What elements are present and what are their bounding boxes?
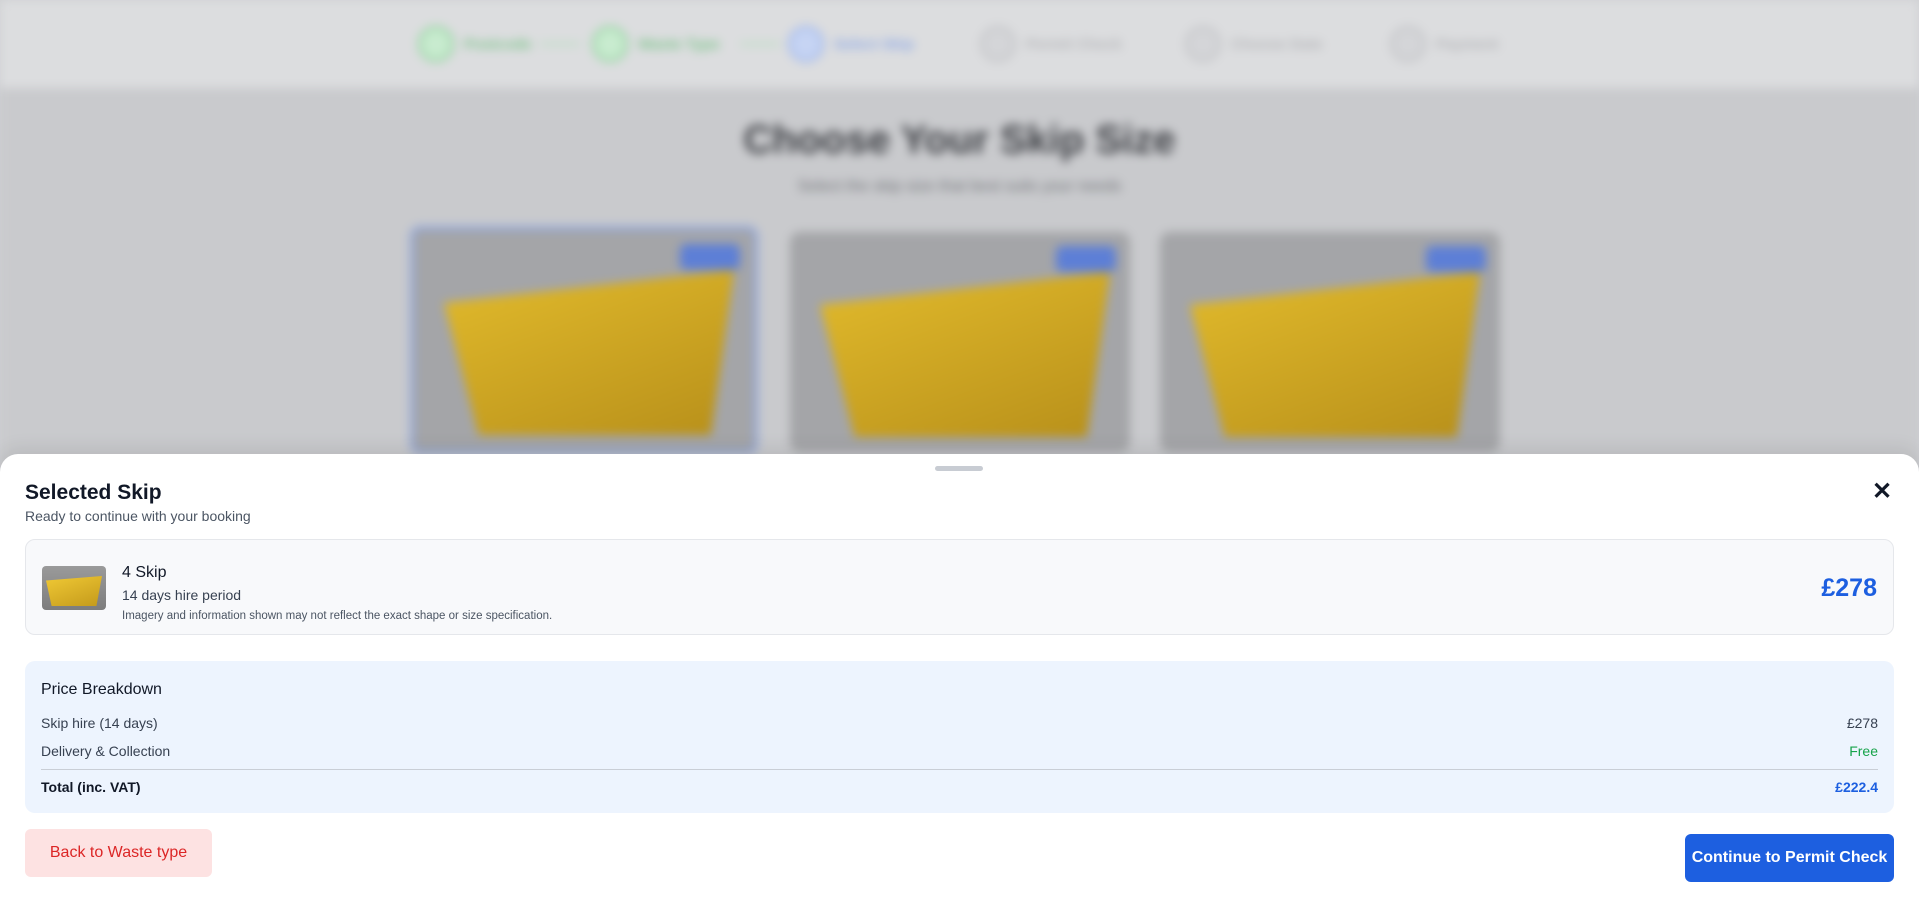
breakdown-row: Delivery & Collection Free [41, 743, 1878, 759]
skip-image [444, 270, 734, 435]
total-label: Total (inc. VAT) [41, 779, 141, 795]
step-permit-check: Permit Check [980, 24, 1122, 64]
step-calendar-icon [1185, 26, 1221, 62]
size-badge [680, 244, 740, 270]
step-connector [540, 43, 580, 45]
close-button[interactable]: ✕ [1865, 474, 1899, 508]
price-breakdown: Price Breakdown Skip hire (14 days) £278… [25, 661, 1894, 813]
disclaimer-note: Imagery and information shown may not re… [122, 610, 553, 622]
step-shield-icon [980, 26, 1016, 62]
breakdown-row: Skip hire (14 days) £278 [41, 715, 1878, 731]
step-connector [740, 43, 780, 45]
sheet-title: Selected Skip [25, 481, 162, 504]
size-badge [1426, 246, 1486, 272]
skip-card [790, 232, 1130, 452]
step-select-skip: Select Skip [788, 24, 914, 64]
skip-name: 4 Skip [122, 564, 167, 581]
row-label: Skip hire (14 days) [41, 715, 158, 731]
skip-thumbnail [42, 566, 106, 610]
skip-card [1160, 232, 1500, 452]
skip-price: £278 [1821, 574, 1877, 602]
total-row: Total (inc. VAT) £222.4 [41, 779, 1878, 795]
skip-card [410, 226, 758, 454]
total-value: £222.4 [1835, 779, 1878, 795]
skip-image [1190, 272, 1480, 437]
hire-period: 14 days hire period [122, 587, 242, 603]
page-subtitle: Select the skip size that best suits you… [797, 178, 1122, 195]
step-check-icon [418, 26, 454, 62]
back-to-waste-type-button[interactable]: Back to Waste type [25, 829, 212, 877]
step-skip-icon [788, 26, 824, 62]
step-card-icon [1390, 26, 1426, 62]
step-waste-type: Waste Type [592, 24, 720, 64]
skip-image [46, 576, 102, 606]
row-value: Free [1849, 743, 1878, 759]
skip-image [820, 272, 1110, 437]
selected-skip-sheet: Selected Skip Ready to continue with you… [0, 454, 1919, 907]
close-icon: ✕ [1871, 477, 1893, 505]
continue-to-permit-check-button[interactable]: Continue to Permit Check [1685, 834, 1894, 882]
selected-skip-summary: 4 Skip 14 days hire period Imagery and i… [25, 539, 1894, 635]
page-title: Choose Your Skip Size [743, 118, 1176, 162]
size-badge [1056, 246, 1116, 272]
step-choose-date: Choose Date [1185, 24, 1323, 64]
step-postcode: Postcode [418, 24, 532, 64]
drag-handle[interactable] [935, 466, 983, 471]
step-payment: Payment [1390, 24, 1499, 64]
progress-steps: Postcode Waste Type Select Skip Permit C… [0, 0, 1919, 88]
sheet-subtitle: Ready to continue with your booking [25, 508, 251, 524]
row-label: Delivery & Collection [41, 743, 171, 759]
row-value: £278 [1846, 715, 1878, 731]
step-check-icon [592, 26, 628, 62]
breakdown-title: Price Breakdown [41, 681, 162, 698]
divider [41, 769, 1878, 770]
